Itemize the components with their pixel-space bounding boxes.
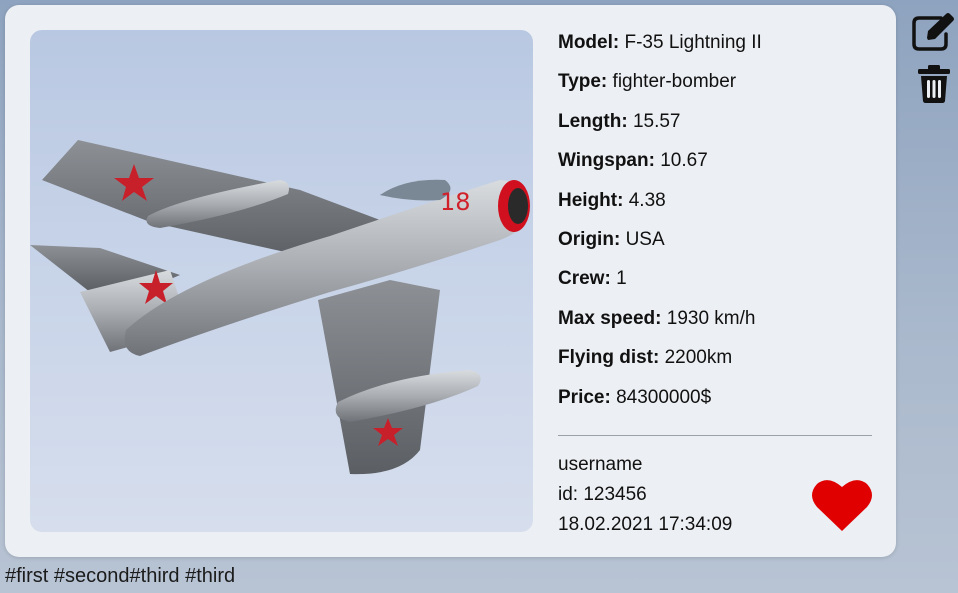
delete-button[interactable] bbox=[917, 64, 951, 104]
detail-model: Model: F-35 Lightning II bbox=[558, 32, 762, 53]
username[interactable]: username bbox=[558, 450, 732, 480]
heart-icon bbox=[812, 480, 872, 531]
detail-height: Height: 4.38 bbox=[558, 189, 666, 211]
like-button[interactable] bbox=[811, 477, 873, 533]
edit-icon bbox=[912, 13, 954, 51]
post-id: id: 123456 bbox=[558, 484, 647, 505]
edit-button[interactable] bbox=[911, 12, 955, 52]
post-timestamp: 18.02.2021 17:34:09 bbox=[558, 514, 733, 535]
detail-wingspan: Wingspan: 10.67 bbox=[558, 150, 708, 172]
trash-icon bbox=[918, 65, 950, 103]
tag-list[interactable]: #first #second#third #third bbox=[5, 565, 235, 588]
aircraft-details: Model: F-35 Lightning II Type: fighter-b… bbox=[558, 29, 878, 423]
detail-flying-dist: Flying dist: 2200km bbox=[558, 347, 733, 369]
detail-price: Price: 84300000$ bbox=[558, 386, 712, 408]
detail-crew: Crew: 1 bbox=[558, 268, 627, 290]
detail-max-speed: Max speed: 1930 km/h bbox=[558, 307, 756, 329]
detail-type: Type: fighter-bomber bbox=[558, 71, 737, 93]
post-card: 18 Model: F-35 Lightning II Type: fighte… bbox=[5, 5, 896, 557]
aircraft-photo: 18 bbox=[30, 30, 533, 532]
divider bbox=[558, 435, 872, 436]
detail-origin: Origin: USA bbox=[558, 228, 665, 250]
detail-length: Length: 15.57 bbox=[558, 110, 681, 132]
svg-text:18: 18 bbox=[440, 188, 471, 216]
post-meta: username id: 123456 18.02.2021 17:34:09 bbox=[558, 450, 732, 540]
